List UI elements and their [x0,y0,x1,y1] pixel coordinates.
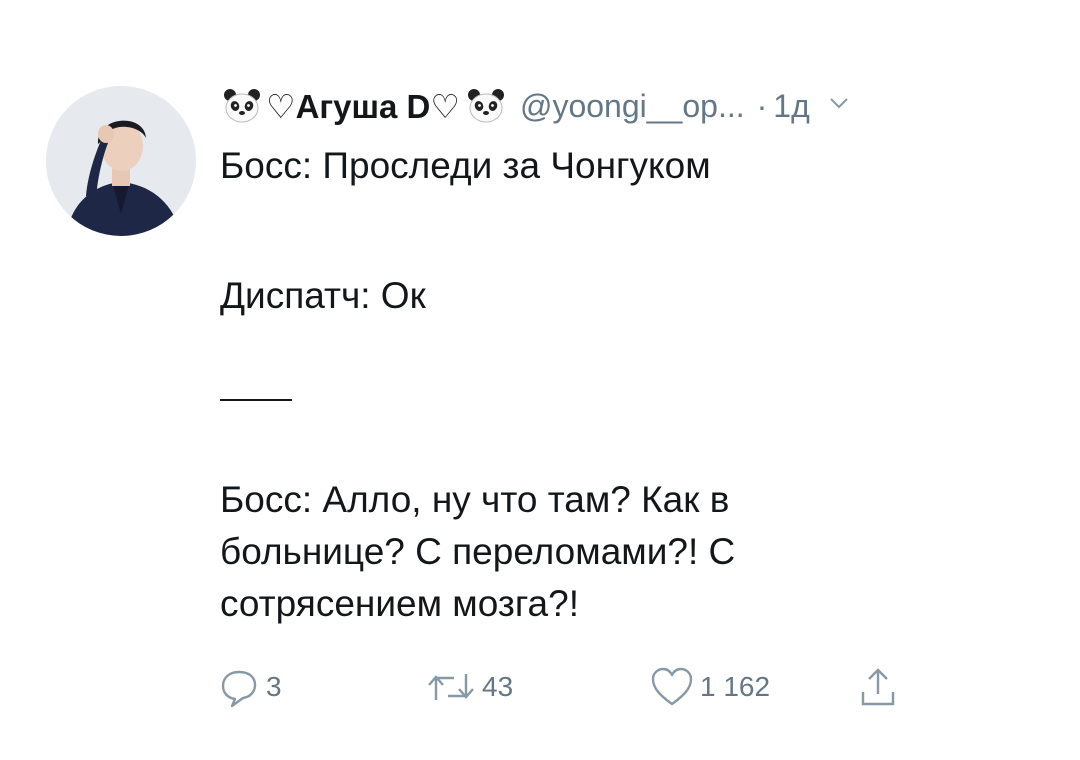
tweet-text-line [220,192,860,244]
share-icon [861,668,895,706]
retweet-icon [428,674,474,700]
tweet-text: Босс: Проследи за Чонгуком Диспатч: Ок Б… [220,140,860,630]
heart-icon [651,667,693,706]
tweet-text-line [220,426,860,478]
text-divider [220,399,292,401]
tweet-actions: 3 43 1 162 [218,664,938,710]
tweet-text-line: сотрясением мозга?! [220,583,579,624]
panda-face-icon [224,89,260,123]
reply-count: 3 [266,671,282,702]
chevron-down-icon[interactable] [828,92,850,114]
reply-button[interactable]: 3 [218,664,282,710]
author-handle[interactable]: @yoongi__op... [520,88,745,125]
retweet-count: 43 [482,671,514,702]
tweet-time[interactable]: 1д [773,88,809,125]
reply-icon [221,670,257,708]
tweet-text-line: Босс: Проследи за Чонгуком [220,145,711,186]
tweet[interactable]: ♡Агуша D♡ @yoongi__op... · 1д Босс: Прос… [0,0,1080,760]
author-display-name[interactable]: ♡Агуша D♡ [266,87,460,126]
tweet-text-line: больнице? С переломами?! С [220,531,736,572]
tweet-text-line: Босс: Алло, ну что там? Как в [220,479,730,520]
like-button[interactable]: 1 162 [650,664,770,710]
tweet-header: ♡Агуша D♡ @yoongi__op... · 1д [222,78,1042,134]
like-count: 1 162 [700,671,771,702]
retweet-button[interactable]: 43 [426,664,513,710]
tweet-text-line [220,322,860,374]
share-button[interactable] [858,664,898,710]
tweet-text-line [220,374,860,426]
avatar[interactable] [46,86,196,236]
tweet-text-line: Диспатч: Ок [220,275,426,316]
separator-dot: · [756,87,768,124]
panda-face-icon [467,89,504,123]
avatar-photo [46,86,196,236]
